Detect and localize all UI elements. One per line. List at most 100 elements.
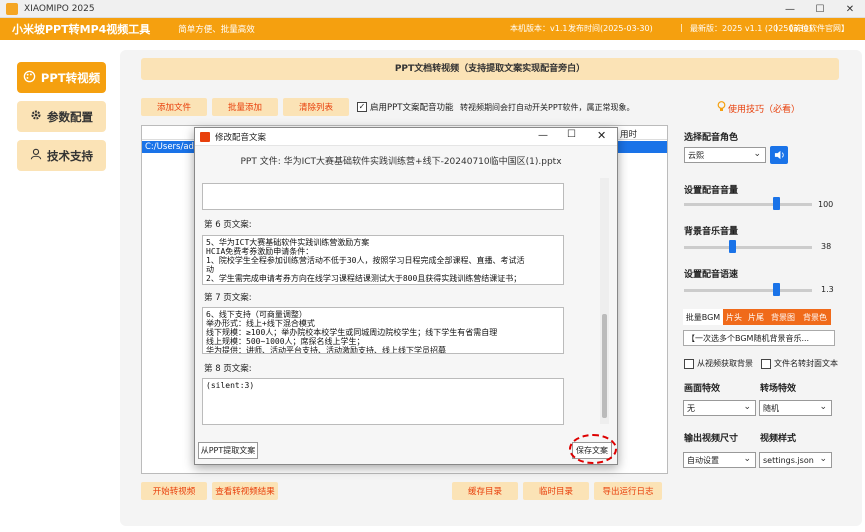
switch-select[interactable]: 随机 ⌄ bbox=[759, 400, 832, 416]
page8-textbox[interactable]: (silent:3) bbox=[202, 378, 564, 425]
size-value: 自动设置 bbox=[687, 455, 719, 465]
close-icon[interactable]: ✕ bbox=[597, 129, 606, 142]
switch-label: 转场特效 bbox=[760, 384, 797, 394]
user-icon bbox=[30, 148, 42, 163]
minimize-icon[interactable]: — bbox=[775, 0, 805, 18]
page5-textbox[interactable] bbox=[202, 183, 564, 210]
right-settings-panel: 选择配音角色 云熙 ⌄ 设置配音音量 100 背景音乐音量 38 设置配音语速 … bbox=[679, 122, 839, 474]
page8-label: 第 8 页文案: bbox=[204, 364, 252, 374]
hint-text: 转视频期间会打自动开关PPT软件，属正常现象。 bbox=[460, 103, 635, 112]
bgm-volume-slider-thumb[interactable] bbox=[729, 240, 737, 253]
volume-value: 100 bbox=[818, 200, 834, 209]
enable-dub-checkbox[interactable]: ✓ 启用PPT文案配音功能 bbox=[357, 101, 453, 113]
volume-slider-thumb[interactable] bbox=[772, 197, 780, 210]
dialog-title: 修改配音文案 bbox=[215, 132, 267, 143]
pages-scroll-area: 第 6 页文案: 5、华为ICT大赛基础软件实践训练营激励方案 HCIA免费考券… bbox=[198, 178, 602, 438]
style-label: 视频样式 bbox=[760, 434, 797, 444]
ppt-file-name: PPT 文件: 华为ICT大赛基础软件实践训练营+线下-20240710临中国区… bbox=[240, 157, 562, 167]
bgm-random-button[interactable]: 【一次选多个BGM随机背景音乐... bbox=[683, 330, 835, 346]
dialog-scrollbar[interactable] bbox=[600, 178, 609, 424]
app-slogan: 简单方便、批量高效 bbox=[178, 25, 255, 35]
window-title: XIAOMIPO 2025 bbox=[24, 3, 95, 14]
speed-slider[interactable] bbox=[684, 289, 812, 292]
tab-batch-bgm[interactable]: 批量BGM bbox=[683, 309, 723, 325]
release-date: 发布时间(2025-03-30) bbox=[568, 24, 653, 33]
palette-icon bbox=[23, 70, 36, 86]
scrollbar-thumb[interactable] bbox=[602, 314, 607, 418]
app-header: 小米坡PPT转MP4视频工具 简单方便、批量高效 本机版本：v1.1 发布时间(… bbox=[0, 18, 865, 40]
chevron-down-icon: ⌄ bbox=[743, 402, 751, 412]
minimize-icon[interactable]: — bbox=[538, 130, 548, 141]
header-separator: | bbox=[775, 23, 778, 32]
bgm-volume-label: 背景音乐音量 bbox=[684, 227, 739, 237]
chevron-down-icon: ⌄ bbox=[753, 149, 761, 159]
volume-label: 设置配音音量 bbox=[684, 186, 739, 196]
filename-cover-checkbox[interactable]: 文件名转封面文本 bbox=[761, 358, 838, 369]
page7-textbox[interactable]: 6、线下支持（可商量调整） 举办形式：线上+线下混合模式 线下规模：≥100人；… bbox=[202, 307, 564, 354]
transition-select[interactable]: 无 ⌄ bbox=[683, 400, 756, 416]
extract-from-ppt-button[interactable]: 从PPT提取文案 bbox=[198, 442, 258, 459]
chevron-down-icon: ⌄ bbox=[819, 402, 827, 412]
header-separator: | bbox=[680, 23, 683, 32]
dialog-app-icon bbox=[200, 131, 210, 142]
close-icon[interactable]: ✕ bbox=[835, 0, 865, 18]
checkbox-box[interactable] bbox=[761, 358, 771, 369]
tips-label: 使用技巧（必看） bbox=[728, 104, 801, 115]
volume-slider[interactable] bbox=[684, 203, 812, 206]
column-time: 用时 bbox=[620, 130, 638, 140]
page6-textbox[interactable]: 5、华为ICT大赛基础软件实践训练营激励方案 HCIA免费考券激励申请条件： 1… bbox=[202, 235, 564, 285]
speed-slider-thumb[interactable] bbox=[772, 283, 780, 296]
nav-settings[interactable]: 参数配置 bbox=[17, 101, 106, 132]
temp-dir-button[interactable]: 临时目录 bbox=[523, 482, 589, 500]
style-value: settings.json bbox=[763, 455, 814, 465]
export-log-button[interactable]: 导出运行日志 bbox=[594, 482, 662, 500]
from-video-bg-checkbox[interactable]: 从视频获取背景 bbox=[684, 358, 753, 369]
page7-label: 第 7 页文案: bbox=[204, 293, 252, 303]
speed-label: 设置配音语速 bbox=[684, 270, 739, 280]
chevron-down-icon: ⌄ bbox=[819, 454, 827, 464]
speed-value: 1.3 bbox=[821, 285, 834, 294]
checkbox-box[interactable]: ✓ bbox=[357, 102, 367, 112]
voice-value: 云熙 bbox=[688, 150, 704, 160]
maximize-icon[interactable]: ☐ bbox=[567, 129, 576, 140]
bgm-tabs: 批量BGM 片头 片尾 背景图 背景色 bbox=[683, 309, 835, 326]
nav-label: 技术支持 bbox=[47, 148, 93, 163]
voice-select[interactable]: 云熙 ⌄ bbox=[684, 147, 766, 163]
chevron-down-icon: ⌄ bbox=[743, 454, 751, 464]
view-result-button[interactable]: 查看转视频结果 bbox=[212, 482, 278, 500]
filename-cover-label: 文件名转封面文本 bbox=[774, 359, 838, 368]
add-file-button[interactable]: 添加文件 bbox=[141, 98, 207, 116]
maximize-icon[interactable]: ☐ bbox=[805, 0, 835, 18]
start-convert-button[interactable]: 开始转视频 bbox=[141, 482, 207, 500]
nav-ppt-to-video[interactable]: PPT转视频 bbox=[17, 62, 106, 93]
nav-support[interactable]: 技术支持 bbox=[17, 140, 106, 171]
app-icon bbox=[6, 2, 18, 15]
nav-label: 参数配置 bbox=[47, 109, 93, 124]
batch-add-button[interactable]: 批量添加 bbox=[212, 98, 278, 116]
page-banner: PPT文档转视频（支持提取文案实现配音旁白） bbox=[141, 58, 839, 80]
clear-list-button[interactable]: 清除列表 bbox=[283, 98, 349, 116]
official-site-link[interactable]: 【前往软件官网】 bbox=[785, 23, 849, 34]
bgm-volume-slider[interactable] bbox=[684, 246, 812, 249]
tips-link[interactable]: 使用技巧（必看） bbox=[717, 101, 800, 115]
highlight-circle bbox=[569, 434, 617, 464]
tab-intro[interactable]: 片头 bbox=[723, 309, 745, 325]
transition-label: 画面特效 bbox=[684, 384, 721, 394]
bgm-volume-value: 38 bbox=[821, 242, 832, 251]
dialog-title-bar: 修改配音文案 — ☐ ✕ bbox=[195, 128, 617, 146]
tab-outro[interactable]: 片尾 bbox=[745, 309, 767, 325]
gear-icon bbox=[30, 109, 42, 124]
page6-label: 第 6 页文案: bbox=[204, 220, 252, 230]
tab-bg-color[interactable]: 背景色 bbox=[799, 309, 831, 325]
local-version: 本机版本：v1.1 bbox=[510, 24, 568, 33]
checkbox-box[interactable] bbox=[684, 358, 694, 369]
edit-dub-text-dialog: 修改配音文案 — ☐ ✕ PPT 文件: 华为ICT大赛基础软件实践训练营+线下… bbox=[194, 127, 618, 465]
app-name: 小米坡PPT转MP4视频工具 bbox=[12, 23, 151, 36]
speaker-icon[interactable] bbox=[770, 146, 788, 164]
tab-bg-image[interactable]: 背景图 bbox=[767, 309, 799, 325]
voice-label: 选择配音角色 bbox=[684, 133, 739, 143]
style-select[interactable]: settings.json ⌄ bbox=[759, 452, 832, 468]
cache-dir-button[interactable]: 缓存目录 bbox=[452, 482, 518, 500]
nav-label: PPT转视频 bbox=[40, 70, 101, 85]
size-select[interactable]: 自动设置 ⌄ bbox=[683, 452, 756, 468]
